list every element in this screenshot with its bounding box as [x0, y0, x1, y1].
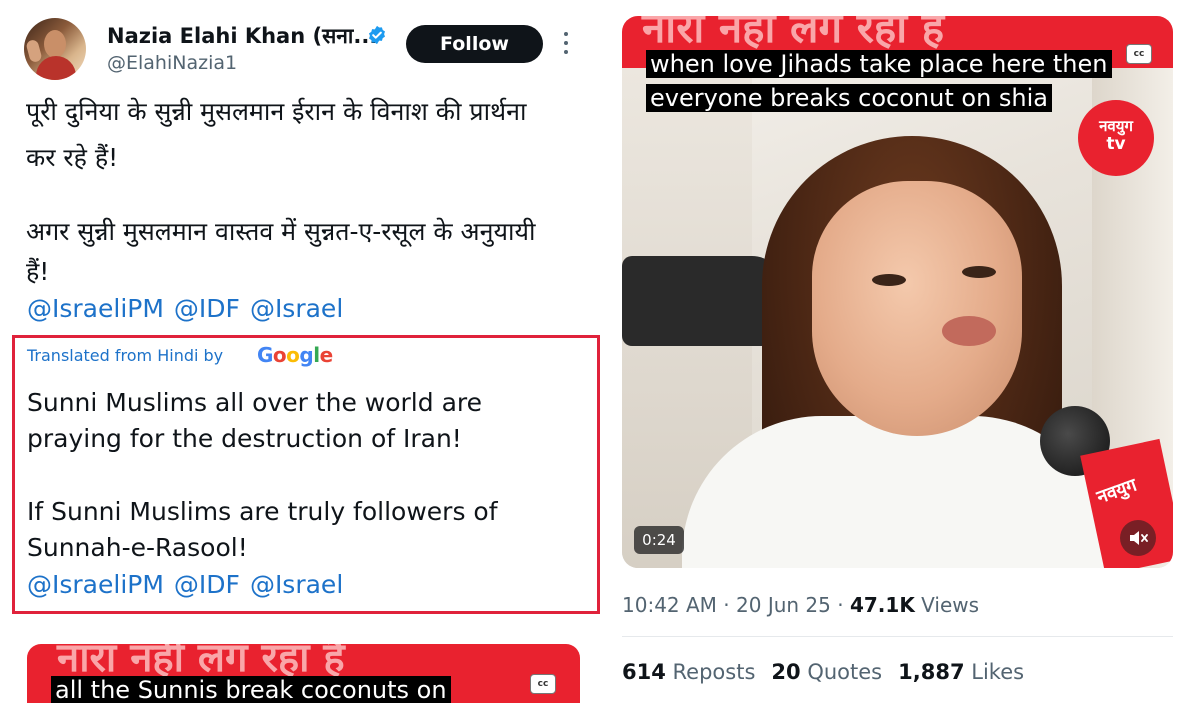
tweet-text-hindi-line: कर रहे हैं! [26, 143, 119, 172]
author-name[interactable]: Nazia Elahi Khan (सना... [107, 22, 377, 50]
quotes-label: Quotes [807, 660, 883, 684]
channel-logo-tv: tv [1106, 134, 1126, 154]
avatar[interactable] [24, 18, 86, 80]
follow-button[interactable]: Follow [406, 25, 543, 63]
video-player[interactable]: नारा नहीं लग रहा है नवयुग when love Jiha… [622, 16, 1173, 568]
mute-icon[interactable] [1120, 520, 1156, 556]
translation-text-line: Sunni Muslims all over the world are [27, 388, 482, 417]
translated-from-label[interactable]: Translated from Hindi by [27, 346, 223, 365]
quotes-stat[interactable]: 20 Quotes [771, 660, 882, 684]
channel-logo-text: नवयुग [1099, 117, 1133, 135]
captions-icon[interactable]: cc [530, 674, 556, 694]
translation-text-line: praying for the destruction of Iran! [27, 424, 462, 453]
mention-link[interactable]: @IsraeliPM [27, 570, 164, 599]
translation-text-line: Sunnah-e-Rasool! [27, 533, 248, 562]
views-label: Views [921, 593, 980, 617]
tweet-meta: 10:42 AM · 20 Jun 25 · 47.1K Views [622, 593, 980, 617]
google-logo: Google [257, 343, 333, 367]
tweet-date[interactable]: 20 Jun 25 [736, 593, 831, 617]
mic-flag-label: नवयुग [1094, 474, 1140, 509]
tweet-text-hindi-line: पूरी दुनिया के सुन्नी मुसलमान ईरान के वि… [26, 97, 527, 126]
views-count: 47.1K [849, 593, 915, 617]
tweet-text-hindi-line: अगर सुन्नी मुसलमान वास्तव में सुन्नत-ए-र… [26, 217, 536, 246]
mention-link[interactable]: @Israel [250, 294, 343, 323]
reposts-label: Reposts [672, 660, 756, 684]
engagement-stats: 614 Reposts 20 Quotes 1,887 Likes [622, 660, 1024, 684]
likes-stat[interactable]: 1,887 Likes [898, 660, 1024, 684]
quotes-count: 20 [771, 660, 801, 684]
video-caption: all the Sunnis break coconuts on [51, 676, 451, 703]
verified-badge-icon [369, 25, 385, 45]
likes-count: 1,887 [898, 660, 965, 684]
video-caption-line: when love Jihads take place here then [646, 50, 1112, 78]
second-video-thumbnail[interactable]: नारा नहीं लग रहा है all the Sunnis break… [27, 644, 580, 703]
author-handle[interactable]: @ElahiNazia1 [107, 52, 237, 74]
reposts-stat[interactable]: 614 Reposts [622, 660, 755, 684]
mention-link[interactable]: @Israel [250, 570, 343, 599]
channel-logo: नवयुग tv [1078, 100, 1154, 176]
tweet-mentions: @IsraeliPM @IDF @Israel [27, 294, 353, 323]
translation-text-line: If Sunni Muslims are truly followers of [27, 497, 498, 526]
video-caption-line: everyone breaks coconut on shia [646, 84, 1053, 112]
divider [622, 636, 1173, 637]
captions-icon[interactable]: cc [1126, 44, 1152, 64]
tweet-time[interactable]: 10:42 AM [622, 593, 717, 617]
tweet-panel: Nazia Elahi Khan (सना... @ElahiNazia1 Fo… [0, 0, 610, 703]
mention-link[interactable]: @IDF [174, 570, 240, 599]
likes-label: Likes [971, 660, 1025, 684]
reposts-count: 614 [622, 660, 666, 684]
mention-link[interactable]: @IDF [174, 294, 240, 323]
video-duration: 0:24 [634, 526, 684, 554]
translation-mentions: @IsraeliPM @IDF @Israel [27, 570, 353, 599]
tweet-text-hindi-line: हैं! [26, 257, 50, 286]
more-options-icon[interactable] [560, 32, 572, 58]
mention-link[interactable]: @IsraeliPM [27, 294, 164, 323]
